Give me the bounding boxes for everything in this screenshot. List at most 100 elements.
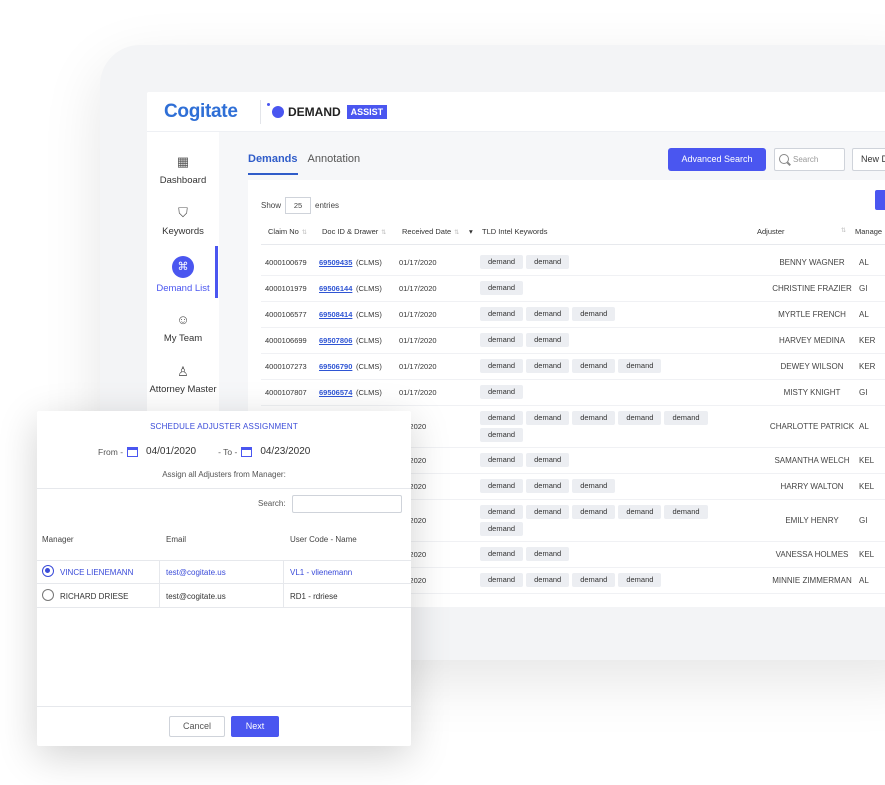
manager-name: AL	[859, 422, 869, 431]
column-header-claim-no[interactable]: Claim No ⇅	[268, 227, 307, 236]
keyword-tag: demand	[480, 547, 524, 561]
divider	[37, 488, 411, 489]
keyword-list: demand demand demand	[480, 307, 735, 321]
doc-id-link[interactable]: 69508414	[319, 310, 352, 319]
keyword-tag: demand	[480, 333, 524, 347]
adjuster-name: CHRISTINE FRAZIER	[772, 284, 852, 293]
table-row[interactable]: 4000106577 69508414 (CLMS) 01/17/2020 demand…	[261, 302, 885, 328]
search-input[interactable]: Search	[774, 148, 845, 171]
sidebar-item-dashboard[interactable]: ▦ Dashboard	[147, 154, 219, 186]
keyword-tag: demand	[480, 522, 524, 536]
keyword-tag: demand	[480, 479, 524, 493]
sidebar-item-label: Attorney Master	[149, 384, 217, 395]
keyword-tag: demand	[480, 255, 524, 269]
keywords-icon: ⛉	[178, 205, 188, 220]
manager-email: test@cogitate.us	[166, 568, 226, 577]
manager-name: KEL	[859, 550, 875, 559]
sidebar-item-label: Keywords	[162, 226, 204, 237]
table-row[interactable]: 4000107807 69506574 (CLMS) 01/17/2020 demand…	[261, 380, 885, 406]
sidebar-item-my-team[interactable]: ☺ My Team	[147, 312, 219, 344]
adjuster-name: SAMANTHA WELCH	[774, 456, 850, 465]
manager-row[interactable]: VINCE LIENEMANN test@cogitate.us VL1 - v…	[37, 560, 411, 584]
table-header: Claim No ⇅ Doc ID & Drawer ⇅ Received Date…	[261, 220, 885, 245]
radio-selected[interactable]	[42, 565, 54, 577]
adjuster-name: DEWEY WILSON	[780, 362, 844, 371]
schedule-assignment-modal: SCHEDULE ADJUSTER ASSIGNMENT From - 04/0…	[37, 411, 411, 746]
column-header-doc-id[interactable]: Doc ID & Drawer ⇅	[322, 227, 386, 236]
tab-annotation[interactable]: Annotation	[308, 153, 361, 175]
new-demand-button[interactable]: New D	[852, 148, 885, 171]
user-code: RD1 - rdriese	[290, 592, 338, 601]
column-header-manager: Manager	[42, 535, 74, 544]
doc-id-link[interactable]: 69506574	[319, 388, 352, 397]
claim-number: 4000107807	[265, 388, 307, 397]
header-divider	[260, 100, 261, 124]
claim-number: 4000107273	[265, 362, 307, 371]
sidebar-item-demand-list[interactable]: ⌘ Demand List	[147, 256, 219, 294]
cancel-button[interactable]: Cancel	[169, 716, 225, 737]
manager-name: AL	[859, 576, 869, 585]
column-header-manager[interactable]: Manage	[855, 227, 882, 236]
table-row[interactable]: 4000101979 69506144 (CLMS) 01/17/2020 demand…	[261, 276, 885, 302]
doc-id-link[interactable]: 69506144	[319, 284, 352, 293]
divider	[159, 584, 160, 608]
keyword-tag: demand	[572, 505, 616, 519]
calendar-icon[interactable]	[127, 446, 139, 457]
keyword-list: demand	[480, 385, 735, 399]
doc-id-link[interactable]: 69509435	[319, 258, 352, 267]
divider	[37, 706, 411, 707]
keyword-tag: demand	[572, 479, 616, 493]
keyword-list: demand demand	[480, 333, 735, 347]
drawer: (CLMS)	[356, 284, 382, 293]
table-row[interactable]: 4000100679 69509435 (CLMS) 01/17/2020 demand…	[261, 250, 885, 276]
keyword-tag: demand	[480, 428, 524, 442]
search-placeholder: Search	[793, 155, 819, 164]
column-sort-arrow-icon[interactable]: ▾	[469, 227, 473, 236]
page-size-control: Show 25 entries	[261, 197, 339, 214]
doc-id-link[interactable]: 69507806	[319, 336, 352, 345]
manager-name: AL	[859, 310, 869, 319]
column-header-received-date[interactable]: Received Date ⇅	[402, 227, 459, 236]
modal-search-input[interactable]	[292, 495, 402, 513]
table-row[interactable]: 4000107273 69506790 (CLMS) 01/17/2020 demand…	[261, 354, 885, 380]
action-button[interactable]	[875, 190, 885, 210]
manager-name: KER	[859, 336, 876, 345]
adjuster-name: MYRTLE FRENCH	[778, 310, 846, 319]
sidebar-item-attorney-master[interactable]: ♙ Attorney Master	[147, 364, 219, 395]
doc-id-link[interactable]: 69506790	[319, 362, 352, 371]
calendar-icon[interactable]	[241, 446, 253, 457]
keyword-tag: demand	[526, 479, 570, 493]
to-label: - To -	[218, 446, 238, 457]
attorney-icon: ♙	[177, 364, 189, 379]
keyword-tag: demand	[480, 453, 524, 467]
from-date[interactable]: 04/01/2020	[146, 446, 196, 457]
product-brand: DEMAND ASSIST	[267, 103, 388, 119]
entries-label: entries	[315, 201, 340, 210]
table-row[interactable]: 4000106699 69507806 (CLMS) 01/17/2020 demand…	[261, 328, 885, 354]
keyword-list: demand demand	[480, 547, 735, 561]
page-size-select[interactable]: 25	[285, 197, 312, 214]
keyword-tag: demand	[572, 411, 616, 425]
keyword-list: demand demand	[480, 453, 735, 467]
next-button[interactable]: Next	[231, 716, 279, 737]
keyword-list: demand demand demand demand	[480, 359, 735, 373]
radio-unselected[interactable]	[42, 589, 54, 601]
manager-row[interactable]: RICHARD DRIESE test@cogitate.us RD1 - rd…	[37, 584, 411, 608]
tab-demands[interactable]: Demands	[248, 153, 298, 175]
drawer: (CLMS)	[356, 258, 382, 267]
to-date[interactable]: 04/23/2020	[260, 446, 310, 457]
sort-icon[interactable]: ⇅	[841, 227, 846, 234]
adjuster-name: HARVEY MEDINA	[779, 336, 845, 345]
advanced-search-button[interactable]: Advanced Search	[668, 148, 766, 171]
column-header-adjuster[interactable]: Adjuster	[757, 227, 785, 236]
keyword-tag: demand	[526, 333, 570, 347]
from-label: From -	[98, 446, 124, 457]
sidebar-item-label: My Team	[163, 333, 203, 344]
received-date: 01/17/2020	[399, 362, 437, 371]
column-header-user-code: User Code - Name	[290, 535, 357, 544]
user-code: VL1 - vlienemann	[290, 568, 353, 577]
column-header-email: Email	[166, 535, 187, 544]
logo: Cogitate	[164, 101, 238, 122]
keyword-tag: demand	[526, 255, 570, 269]
sidebar-item-keywords[interactable]: ⛉ Keywords	[147, 205, 219, 237]
